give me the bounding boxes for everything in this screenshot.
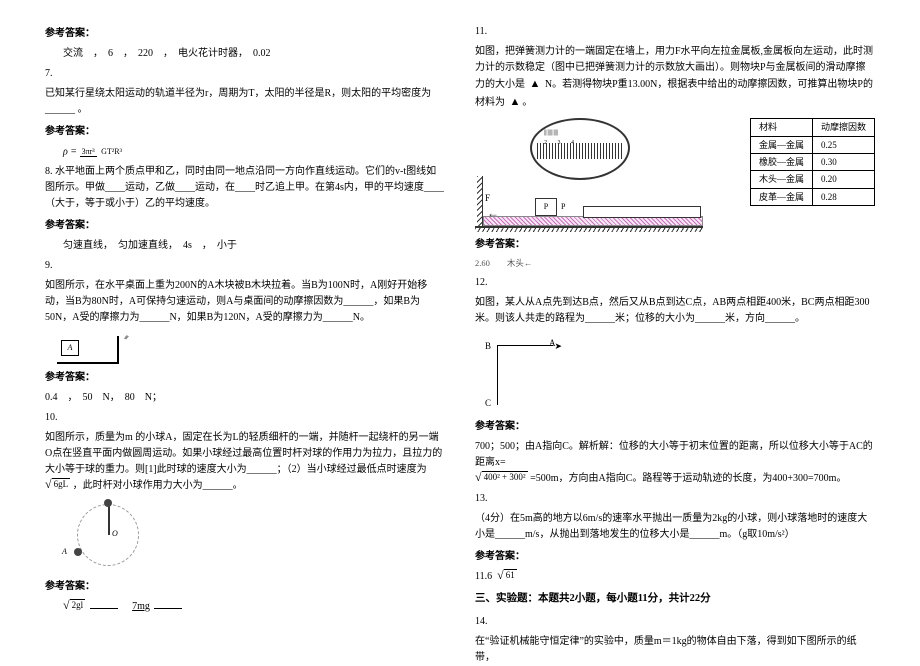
answer-7: ρ = 3πr³ GT²R³: [45, 144, 445, 160]
q11-text: 如图，把弹簧测力计的一端固定在墙上，用力F水平向左拉金属板,金属板向左运动，此时…: [475, 44, 875, 111]
blank-separator: [90, 600, 118, 609]
q10-num: 10.: [45, 410, 445, 426]
answer-8: 匀速直线， 匀加速直线， 4s ， 小于: [45, 238, 445, 254]
answer-label: 参考答案：: [45, 370, 445, 386]
cell: 0.20: [812, 171, 874, 188]
answer-label: 参考答案：: [475, 237, 875, 253]
block-A: A: [61, 340, 79, 356]
ans10-force: 7mg: [132, 601, 150, 612]
q13-num: 13.: [475, 491, 875, 507]
sqrt-6gL: √6gL: [45, 478, 70, 490]
label-B: B: [485, 339, 491, 353]
denominator: GT²R³: [99, 147, 124, 156]
answer-11: 2.60 木头←: [475, 257, 875, 271]
cell: 0.25: [812, 136, 874, 153]
section-3-heading: 三、实验题：本题共2小题，每小题11分，共计22分: [475, 591, 875, 608]
answer-label: 参考答案：: [45, 26, 445, 42]
rod: [108, 504, 110, 535]
q8-text: 8. 水平地面上两个质点甲和乙，同时由同一地点沿同一方向作直线运动。它们的v-t…: [45, 164, 445, 212]
q14-text: 在“验证机械能守恒定律”的实验中，质量m＝1kg的物体自由下落，得到如下图所示的…: [475, 634, 875, 666]
th-mu: 动摩擦因数: [812, 119, 874, 136]
cell: 木头—金属: [750, 171, 812, 188]
answer-triangle: ▲: [530, 78, 541, 90]
arrow-A: ➤: [554, 339, 562, 353]
sqrt-61: √61: [497, 569, 517, 581]
cell: 皮革—金属: [750, 188, 812, 205]
cell: 金属—金属: [750, 136, 812, 153]
q10-text: 如图所示，质量为m 的小球A，固定在长为L的轻质细杆的一端，并随杆一起绕杆的另一…: [45, 430, 445, 494]
magnified-ticks: [537, 143, 623, 159]
answer-label: 参考答案：: [475, 549, 875, 565]
force-arrow: [487, 204, 529, 214]
answer-label: 参考答案：: [45, 579, 445, 595]
figure-vertical-circle: O A: [49, 498, 169, 573]
q12-text: 如图，某人从A点先到达B点，然后又从B点到达C点，AB两点相距400米，BC两点…: [475, 295, 875, 327]
q13-text: （4分）在5m高的地方以6m/s的速率水平抛出一质量为2kg的小球，则小球落地时…: [475, 511, 875, 543]
segment-BC: [497, 345, 498, 405]
ans12-part-a: 700；500；由A指向C。解析解：位移的大小等于初末位置的距离，所以位移大小等…: [475, 441, 873, 468]
label-A: A: [62, 546, 67, 559]
force-label: F: [485, 191, 490, 205]
q7-text: 已知某行星绕太阳运动的轨道半径为r，周期为T，太阳的半径是R，则太阳的平均密度为…: [45, 86, 445, 118]
sqrt-pythagoras: √400² + 300²: [475, 471, 528, 483]
answer-6: 交流 ， 6 ， 220 ， 电火花计时器， 0.02: [45, 46, 445, 62]
wall: [117, 336, 119, 364]
cell: 0.28: [812, 188, 874, 205]
answer-label: 参考答案：: [45, 124, 445, 140]
answer-9: 0.4 ， 50 N， 80 N；: [45, 390, 445, 406]
answer-10: √2gl 7mg: [45, 599, 445, 615]
figure-block-on-table: A ////: [57, 332, 119, 364]
numerator: 3πr³: [80, 147, 97, 157]
q14-num: 14.: [475, 614, 875, 630]
answer-triangle: ▲: [510, 96, 521, 108]
ground-hatch: [475, 228, 703, 232]
ball-A: [74, 548, 82, 556]
label-C: C: [485, 396, 491, 410]
q11-num: 11.: [475, 24, 875, 40]
cell: 0.30: [812, 153, 874, 170]
ans13-a: 11.6: [475, 571, 492, 582]
hatching: ////: [123, 334, 129, 344]
sqrt-2gl: √2gl: [63, 599, 85, 611]
answer-12: 700；500；由A指向C。解析解：位移的大小等于初末位置的距离，所以位移大小等…: [475, 439, 875, 487]
segment-BA: [497, 345, 553, 346]
th-material: 材料: [750, 119, 812, 136]
figure-path-ABC: B A ➤ C: [475, 333, 575, 413]
q10-text-b: ，此时杆对小球作用力大小为______。: [73, 480, 243, 491]
cell: 橡胶—金属: [750, 153, 812, 170]
right-column: 11. 如图，把弹簧测力计的一端固定在墙上，用力F水平向左拉金属板,金属板向左运…: [460, 20, 890, 631]
rho: ρ =: [63, 146, 77, 157]
answer-13: 11.6 √61: [475, 569, 875, 585]
blank-separator: [154, 600, 182, 609]
P-indicator: P: [561, 201, 565, 214]
figure-spring-scale: ||||||||||||2 3 4 F P P: [475, 118, 705, 228]
label-O: O: [112, 528, 118, 541]
q9-num: 9.: [45, 258, 445, 274]
block-P: P: [535, 198, 557, 216]
q11-figure-row: ||||||||||||2 3 4 F P P 材料动摩擦因数 金属—金属0.2…: [475, 115, 875, 231]
q7-num: 7.: [45, 66, 445, 82]
q9-text: 如图所示，在水平桌面上重为200N的A木块被B木块拉着。当B为100N时，A刚好…: [45, 278, 445, 326]
answer-label: 参考答案：: [45, 218, 445, 234]
q10-text-a: 如图所示，质量为m 的小球A，固定在长为L的轻质细杆的一端，并随杆一起绕杆的另一…: [45, 432, 442, 475]
spring-scale-body: [583, 206, 701, 218]
materials-table: 材料动摩擦因数 金属—金属0.25 橡胶—金属0.30 木头—金属0.20 皮革…: [750, 118, 875, 206]
ans12-part-b: =500m，方向由A指向C。路程等于运动轨迹的长度，为400+300=700m。: [530, 473, 846, 484]
left-column: 参考答案： 交流 ， 6 ， 220 ， 电火花计时器， 0.02 7. 已知某…: [30, 20, 460, 631]
fraction: 3πr³ GT²R³: [80, 144, 124, 160]
answer-label: 参考答案：: [475, 419, 875, 435]
q12-num: 12.: [475, 275, 875, 291]
